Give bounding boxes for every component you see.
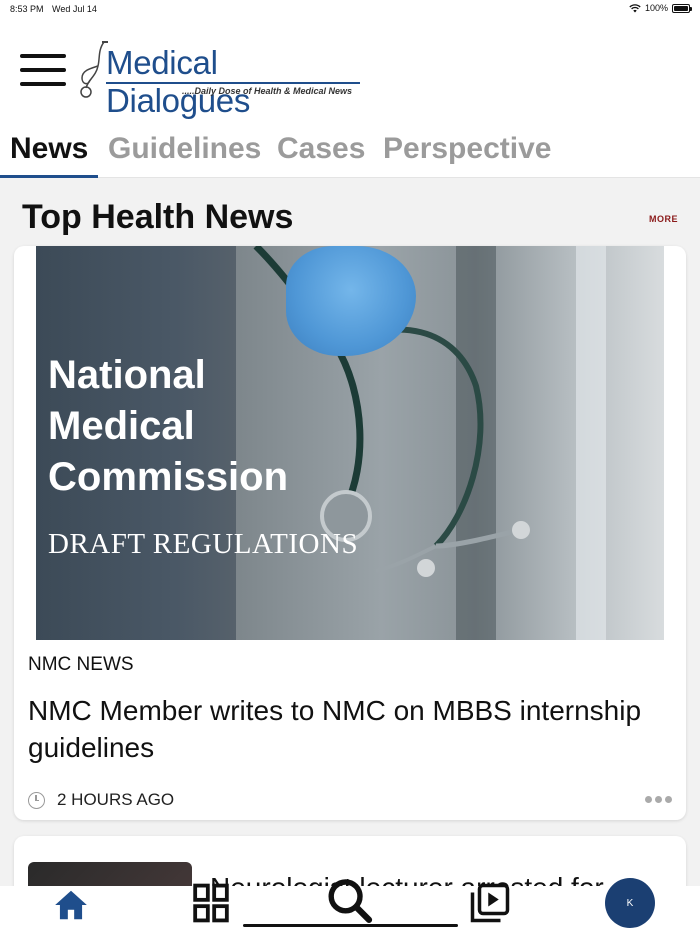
more-options-icon[interactable] <box>645 796 672 803</box>
news-category: NMC NEWS <box>28 654 134 675</box>
more-link[interactable]: MORE <box>649 214 678 224</box>
logo-underline <box>106 82 360 84</box>
app-header: Medical Dialogues .....Daily Dose of Hea… <box>0 18 700 120</box>
grid-icon[interactable] <box>192 882 230 929</box>
search-icon[interactable] <box>324 876 378 929</box>
status-bar: 8:53 PM Wed Jul 14 100% <box>0 0 700 18</box>
battery-percent: 100% <box>644 3 668 13</box>
logo[interactable]: Medical Dialogues .....Daily Dose of Hea… <box>78 40 368 119</box>
image-subcaption: DRAFT REGULATIONS <box>48 528 359 560</box>
section-title: Top Health News <box>22 198 294 236</box>
news-meta: 2 HOURS AGO <box>28 790 174 810</box>
home-indicator <box>243 924 458 927</box>
tab-perspective[interactable]: Perspective <box>383 132 551 166</box>
menu-icon[interactable] <box>20 54 66 86</box>
wifi-icon <box>629 3 641 12</box>
home-icon[interactable] <box>52 886 90 929</box>
bottom-nav: K <box>0 878 700 934</box>
category-tabs: News Guidelines Cases Perspective <box>0 120 700 178</box>
active-tab-indicator <box>0 175 98 178</box>
clock-icon <box>28 791 45 809</box>
logo-tagline: .....Daily Dose of Health & Medical News <box>182 86 353 96</box>
avatar[interactable]: K <box>605 878 655 928</box>
news-headline[interactable]: NMC Member writes to NMC on MBBS interns… <box>28 692 648 766</box>
featured-news-card[interactable]: National Medical Commission DRAFT REGULA… <box>14 246 686 820</box>
status-right: 100% <box>629 3 692 13</box>
status-date: Wed Jul 14 <box>52 4 97 14</box>
tab-guidelines[interactable]: Guidelines <box>108 132 261 166</box>
featured-image: National Medical Commission DRAFT REGULA… <box>36 246 664 640</box>
video-library-icon[interactable] <box>468 882 512 929</box>
battery-icon <box>672 3 692 13</box>
time-ago: 2 HOURS AGO <box>57 790 175 809</box>
status-time: 8:53 PM <box>10 4 44 14</box>
image-caption: National Medical Commission <box>48 353 289 499</box>
tab-news[interactable]: News <box>10 132 88 166</box>
tab-cases[interactable]: Cases <box>277 132 365 166</box>
